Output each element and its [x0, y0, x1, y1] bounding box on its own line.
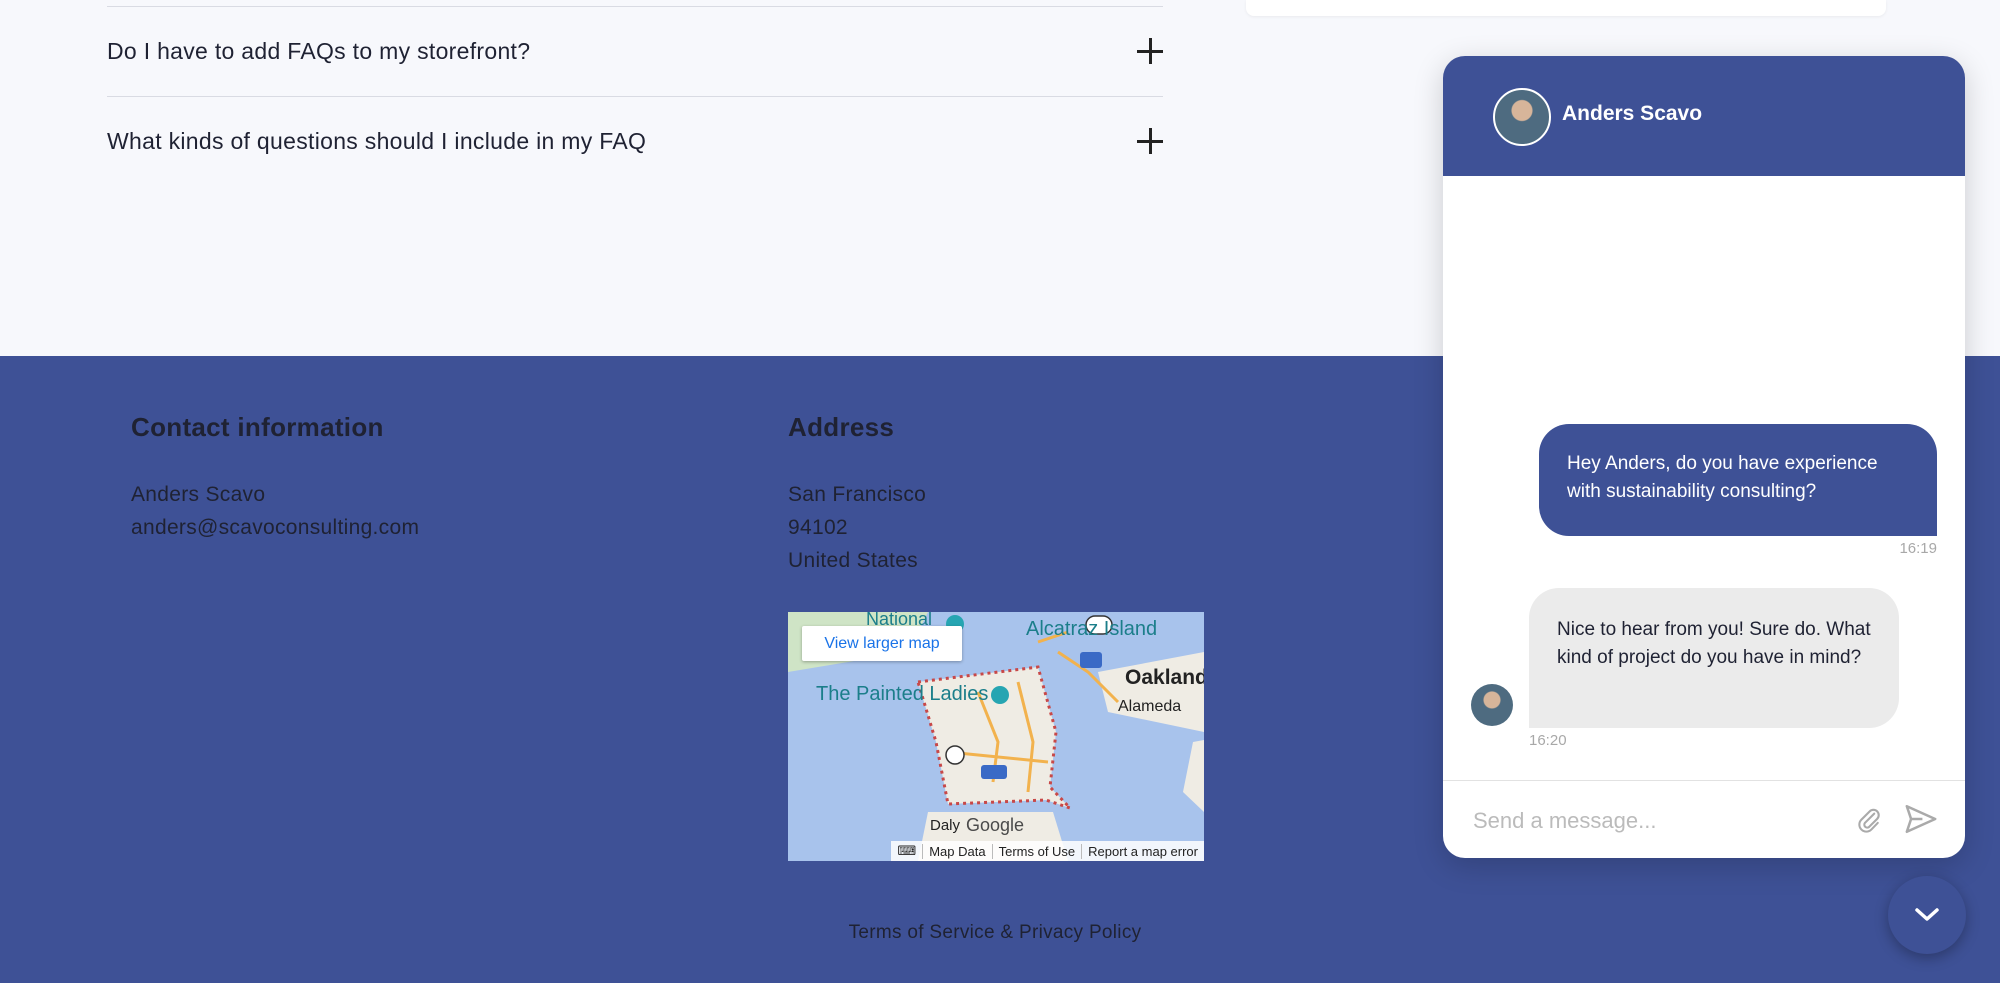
view-larger-map-button[interactable]: View larger map — [802, 626, 962, 661]
map-footer: ⌨ Map Data Terms of Use Report a map err… — [891, 841, 1204, 861]
chat-header: Anders Scavo — [1443, 56, 1965, 176]
paperclip-icon[interactable] — [1855, 804, 1883, 836]
agent-message: Nice to hear from you! Sure do. What kin… — [1529, 588, 1899, 728]
chat-agent-name: Anders Scavo — [1562, 102, 1703, 125]
map-embed[interactable]: National Alcatraz Island The Painted Lad… — [788, 612, 1204, 861]
message-timestamp: 16:19 — [1899, 540, 1937, 557]
send-icon[interactable] — [1903, 802, 1939, 836]
contact-heading: Contact information — [131, 412, 384, 442]
plus-icon[interactable] — [1137, 128, 1163, 154]
contact-name: Anders Scavo — [131, 483, 266, 506]
avatar — [1471, 684, 1513, 726]
user-message: Hey Anders, do you have experience with … — [1539, 424, 1937, 536]
map-label: Oakland — [1125, 666, 1204, 689]
side-card — [1246, 0, 1886, 16]
message-input[interactable] — [1471, 800, 1845, 842]
address-heading: Address — [788, 412, 895, 442]
address-zip: 94102 — [788, 516, 848, 539]
address-city: San Francisco — [788, 483, 927, 506]
contact-email[interactable]: anders@scavoconsulting.com — [131, 511, 419, 544]
plus-icon[interactable] — [1137, 38, 1163, 64]
faq-item[interactable]: Do I have to add FAQs to my storefront? — [107, 7, 1163, 95]
keyboard-icon[interactable]: ⌨ — [891, 843, 922, 859]
map-label: Alameda — [1118, 698, 1182, 715]
map-data-link[interactable]: Map Data — [922, 843, 991, 859]
faq-question: Do I have to add FAQs to my storefront? — [107, 37, 531, 64]
terms-of-use-link[interactable]: Terms of Use — [991, 843, 1082, 859]
terms-privacy-link[interactable]: Terms of Service & Privacy Policy — [0, 922, 1990, 944]
faq-item[interactable]: What kinds of questions should I include… — [107, 97, 1163, 185]
chat-toggle-button[interactable] — [1888, 876, 1966, 954]
google-logo: Google — [966, 815, 1025, 835]
address-country: United States — [788, 549, 918, 572]
faq-question: What kinds of questions should I include… — [107, 127, 647, 154]
map-label: Daly — [930, 817, 961, 834]
chat-divider — [1443, 780, 1965, 781]
map-label: The Painted Ladies — [816, 683, 989, 705]
chat-widget: Anders Scavo Hey Anders, do you have exp… — [1443, 56, 1965, 858]
avatar — [1493, 88, 1551, 146]
map-label: Alcatraz Island — [1026, 618, 1158, 640]
message-timestamp: 16:20 — [1529, 732, 1567, 749]
report-map-error-link[interactable]: Report a map error — [1081, 843, 1204, 859]
chevron-down-icon — [1915, 908, 1939, 921]
